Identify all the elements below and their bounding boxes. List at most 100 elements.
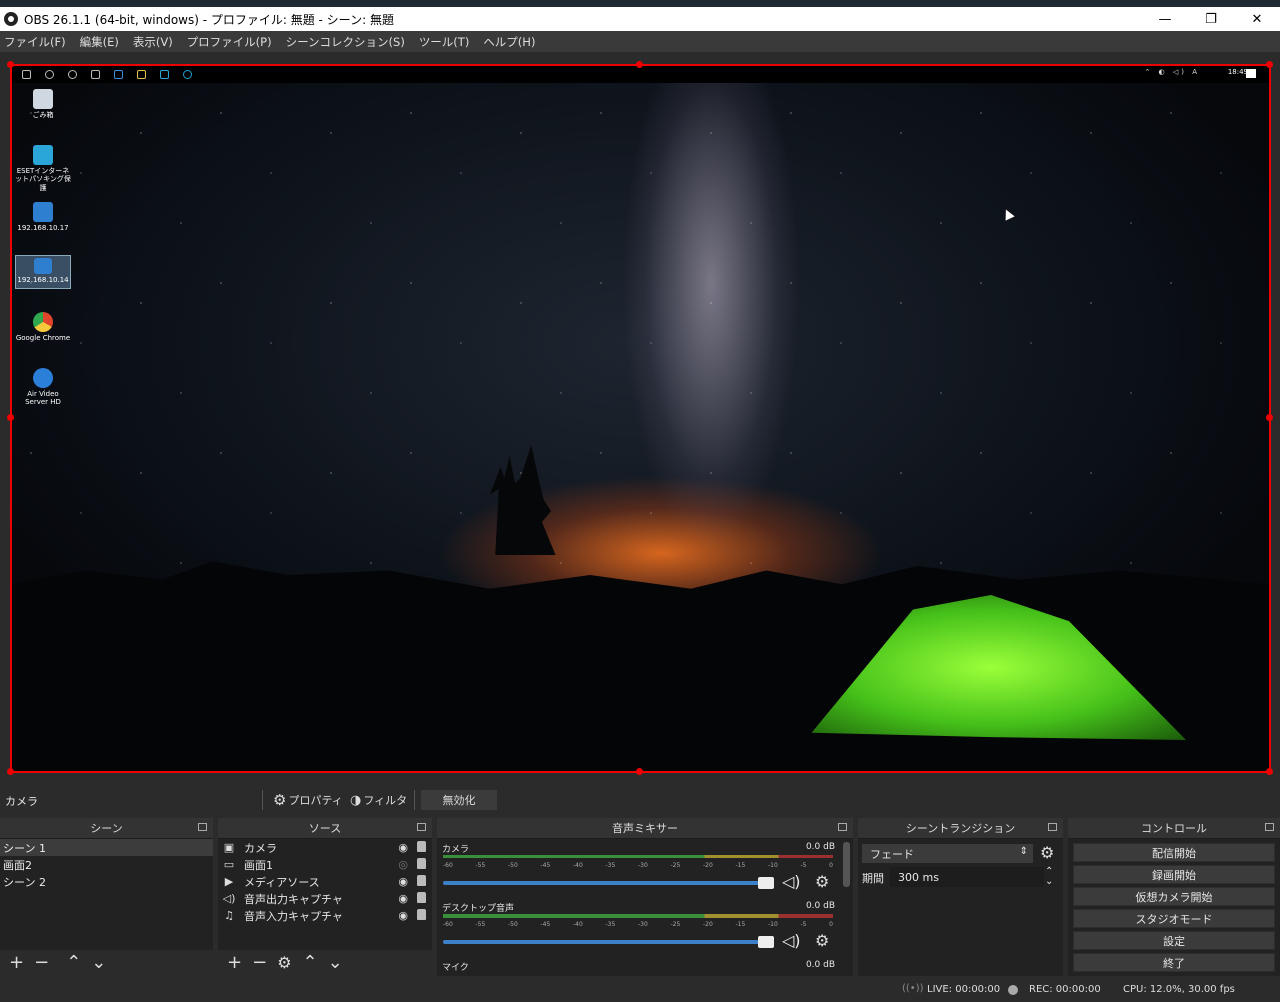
gear-icon[interactable]: ⚙ <box>1040 843 1054 862</box>
fader-knob[interactable] <box>758 936 774 948</box>
fader-knob[interactable] <box>758 877 774 889</box>
sources-dock: ソース ▣ カメラ ◉ ▭ 画面1 ◎ ▶ メディアソース ◉ ◁) 音声出力キ… <box>218 818 432 976</box>
add-scene-button[interactable]: + <box>9 954 24 972</box>
cpu-status: CPU: 12.0%, 30.00 fps <box>1123 984 1235 995</box>
volume-fader[interactable] <box>443 936 774 948</box>
desktop-icon-label: Air Video Server HD <box>25 390 61 407</box>
visibility-eye-icon[interactable]: ◉ <box>398 892 408 905</box>
hidden-eye-icon[interactable]: ◎ <box>398 858 408 871</box>
gear-icon[interactable]: ⚙ <box>815 872 829 891</box>
desktop-icon-eset: ESETインターネットパソキング保護 <box>15 145 71 192</box>
exit-button[interactable]: 終了 <box>1073 953 1275 972</box>
lock-icon[interactable] <box>417 909 426 920</box>
move-up-button[interactable]: ⌃ <box>66 954 81 972</box>
resize-handle[interactable] <box>636 768 643 775</box>
disable-button[interactable]: 無効化 <box>421 790 497 810</box>
source-item[interactable]: ◁) 音声出力キャプチャ ◉ <box>218 890 432 907</box>
air-video-icon <box>33 368 53 388</box>
resize-handle[interactable] <box>1266 61 1273 68</box>
resize-handle[interactable] <box>1266 768 1273 775</box>
menu-edit[interactable]: 編集(E) <box>80 34 119 50</box>
start-recording-button[interactable]: 録画開始 <box>1073 865 1275 884</box>
filters-button[interactable]: ◑ フィルタ <box>350 790 407 810</box>
mixer-channel: カメラ 0.0 dB -60 -55 -50 -45 -40 -35 -30 -25 -20 -1… <box>437 839 853 898</box>
preview-canvas[interactable]: ⌃ ◐ ◁) A 18:49 ごみ箱 ESETインターネットパソキング保護 19… <box>11 65 1270 772</box>
duration-stepper-down[interactable]: ⌄ <box>1045 876 1053 887</box>
lock-icon[interactable] <box>417 841 426 852</box>
add-source-button[interactable]: + <box>227 954 242 972</box>
source-label: 画面1 <box>244 858 273 872</box>
undock-icon[interactable] <box>838 823 847 831</box>
gear-icon: ⚙ <box>273 791 287 809</box>
menu-bar: ファイル(F) 編集(E) 表示(V) プロファイル(P) シーンコレクション(… <box>0 31 1280 52</box>
close-button[interactable]: ✕ <box>1234 7 1280 31</box>
folder-icon <box>137 69 146 79</box>
speaker-icon[interactable]: ◁) <box>782 872 801 891</box>
tick-label: 0 <box>829 862 833 869</box>
resize-handle[interactable] <box>636 61 643 68</box>
undock-icon[interactable] <box>198 823 207 831</box>
desktop-icon-remote-17: 192.168.10.17 <box>15 202 71 232</box>
windows-start-icon <box>22 69 31 79</box>
minimize-button[interactable]: — <box>1142 7 1188 31</box>
resize-handle[interactable] <box>7 768 14 775</box>
filter-icon: ◑ <box>350 792 362 808</box>
properties-button[interactable]: ⚙ プロパティ <box>262 790 343 810</box>
menu-help[interactable]: ヘルプ(H) <box>483 34 535 50</box>
move-down-button[interactable]: ⌄ <box>91 954 106 972</box>
resize-handle[interactable] <box>7 414 14 421</box>
taskbar-clock: 18:49 <box>1227 68 1248 76</box>
resize-handle[interactable] <box>7 61 14 68</box>
undock-icon[interactable] <box>417 823 426 831</box>
properties-label: プロパティ <box>288 794 343 807</box>
lock-icon[interactable] <box>417 858 426 869</box>
search-icon <box>45 69 54 79</box>
duration-value: 300 ms <box>898 870 939 884</box>
remove-scene-button[interactable]: − <box>34 954 49 972</box>
menu-tools[interactable]: ツール(T) <box>419 34 470 50</box>
scene-item[interactable]: シーン 1 <box>0 839 213 856</box>
tick-label: -30 <box>638 862 648 869</box>
maximize-button[interactable]: ❐ <box>1188 7 1234 31</box>
menu-view[interactable]: 表示(V) <box>133 34 173 50</box>
resize-handle[interactable] <box>1266 414 1273 421</box>
visibility-eye-icon[interactable]: ◉ <box>398 909 408 922</box>
source-item[interactable]: ▭ 画面1 ◎ <box>218 856 432 873</box>
menu-file[interactable]: ファイル(F) <box>4 34 66 50</box>
gear-icon[interactable]: ⚙ <box>815 931 829 950</box>
speaker-icon[interactable]: ◁) <box>782 931 801 950</box>
tick-label: -45 <box>540 862 551 869</box>
visibility-eye-icon[interactable]: ◉ <box>398 841 408 854</box>
source-item[interactable]: ▶ メディアソース ◉ <box>218 873 432 890</box>
tick-label: -20 <box>703 921 713 928</box>
camera-icon: ▣ <box>223 840 235 854</box>
duration-input[interactable]: 300 ms <box>890 867 1044 887</box>
toolbar-divider: 無効化 <box>414 790 497 810</box>
tick-label: -55 <box>475 921 486 928</box>
move-up-button[interactable]: ⌃ <box>303 954 318 972</box>
menu-scene-collection[interactable]: シーンコレクション(S) <box>286 34 405 50</box>
scene-item[interactable]: 画面2 <box>0 856 213 873</box>
source-label: カメラ <box>244 841 277 855</box>
menu-profile[interactable]: プロファイル(P) <box>187 34 272 50</box>
move-down-button[interactable]: ⌄ <box>328 954 343 972</box>
lock-icon[interactable] <box>417 892 426 903</box>
source-properties-gear-icon[interactable]: ⚙ <box>277 955 291 971</box>
settings-button[interactable]: 設定 <box>1073 931 1275 950</box>
lock-icon[interactable] <box>417 875 426 886</box>
undock-icon[interactable] <box>1048 823 1057 831</box>
start-streaming-button[interactable]: 配信開始 <box>1073 843 1275 862</box>
studio-mode-button[interactable]: スタジオモード <box>1073 909 1275 928</box>
undock-icon[interactable] <box>1265 823 1274 831</box>
visibility-eye-icon[interactable]: ◉ <box>398 875 408 888</box>
volume-meter <box>443 855 833 858</box>
source-item[interactable]: ♫ 音声入力キャプチャ ◉ <box>218 907 432 924</box>
tick-label: -15 <box>735 862 746 869</box>
scene-item[interactable]: シーン 2 <box>0 873 213 890</box>
remove-source-button[interactable]: − <box>252 954 267 972</box>
volume-fader[interactable] <box>443 877 774 889</box>
transition-select[interactable]: フェード ⇕ <box>862 844 1033 863</box>
source-item[interactable]: ▣ カメラ ◉ <box>218 839 432 856</box>
transitions-dock-header: シーントランジション <box>858 818 1063 839</box>
start-virtual-camera-button[interactable]: 仮想カメラ開始 <box>1073 887 1275 906</box>
